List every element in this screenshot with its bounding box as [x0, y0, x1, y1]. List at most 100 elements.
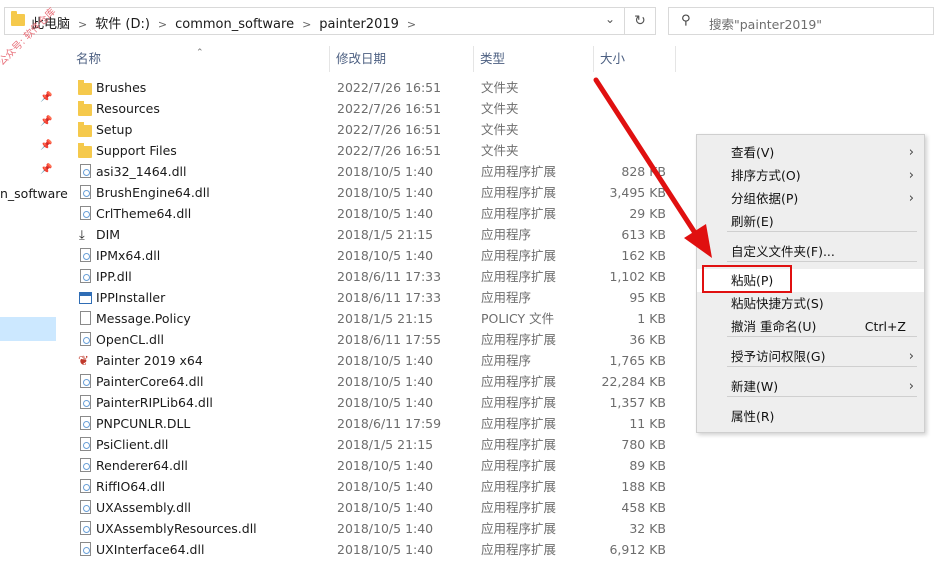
context-menu-item[interactable]: 新建(W) › [697, 375, 924, 398]
file-row[interactable]: Support Files 2022/7/26 16:51 文件夹 [70, 140, 680, 161]
breadcrumb-item-common-software[interactable]: common_software [175, 17, 294, 32]
file-type: 应用程序扩展 [481, 332, 557, 347]
context-menu-item-label: 撤消 重命名(U) [731, 319, 817, 334]
nav-item-common-software[interactable]: n_software [0, 186, 68, 201]
breadcrumb-item-painter2019[interactable]: painter2019 [319, 17, 399, 32]
context-menu-separator [727, 396, 917, 397]
file-type: 应用程序扩展 [481, 542, 557, 557]
file-row[interactable]: asi32_1464.dll 2018/10/5 1:40 应用程序扩展 828 KB [70, 161, 680, 182]
refresh-button[interactable]: ↻ [624, 8, 655, 34]
search-box[interactable]: ⚲ 搜索"painter2019" [668, 7, 934, 35]
file-type: 应用程序扩展 [481, 479, 557, 494]
file-row[interactable]: UXInterface64.dll 2018/10/5 1:40 应用程序扩展 6,9… [70, 539, 680, 560]
folder-icon [78, 80, 92, 95]
context-menu-item[interactable]: 属性(R) [697, 405, 924, 428]
file-size: 188 KB [621, 479, 666, 494]
dll-icon [80, 185, 91, 199]
file-name: Renderer64.dll [96, 458, 188, 473]
file-type: 应用程序扩展 [481, 269, 557, 284]
file-type: 文件夹 [481, 101, 519, 116]
file-row[interactable]: UXAssembly.dll 2018/10/5 1:40 应用程序扩展 458 KB [70, 497, 680, 518]
file-type: 应用程序扩展 [481, 500, 557, 515]
file-row[interactable]: IPP.dll 2018/6/11 17:33 应用程序扩展 1,102 KB [70, 266, 680, 287]
column-header: 名称 ⌃ 修改日期 类型 大小 [70, 46, 680, 72]
file-date: 2018/10/5 1:40 [337, 185, 434, 200]
nav-item-selected[interactable] [0, 317, 56, 341]
pin-icon[interactable]: 📌 [40, 140, 52, 151]
context-menu-item[interactable]: 分组依据(P) › [697, 187, 924, 210]
file-row[interactable]: PainterRIPLib64.dll 2018/10/5 1:40 应用程序扩展 1… [70, 392, 680, 413]
file-row[interactable]: BrushEngine64.dll 2018/10/5 1:40 应用程序扩展 3,4… [70, 182, 680, 203]
paste-highlight-annotation [702, 265, 792, 293]
chevron-down-icon[interactable]: ⌄ [605, 12, 615, 26]
breadcrumb-item-this-pc[interactable]: 此电脑 [31, 17, 70, 32]
column-header-name[interactable]: 名称 ⌃ [70, 46, 330, 72]
file-date: 2018/10/5 1:40 [337, 458, 434, 473]
dll-icon [80, 374, 91, 388]
column-header-type[interactable]: 类型 [474, 46, 594, 72]
file-date: 2018/10/5 1:40 [337, 374, 434, 389]
file-date: 2018/10/5 1:40 [337, 353, 434, 368]
context-menu-item[interactable]: 查看(V) › [697, 141, 924, 164]
context-menu-item[interactable]: 撤消 重命名(U) Ctrl+Z [697, 315, 924, 338]
file-date: 2018/10/5 1:40 [337, 248, 434, 263]
context-menu-item-label: 授予访问权限(G) [731, 349, 826, 364]
pin-icon[interactable]: 📌 [40, 92, 52, 103]
search-placeholder: 搜索"painter2019" [709, 17, 823, 32]
file-name: PNPCUNLR.DLL [96, 416, 191, 431]
painter-app-icon: ❦ [78, 354, 89, 369]
column-name-label: 名称 [76, 51, 102, 66]
file-row[interactable]: OpenCL.dll 2018/6/11 17:55 应用程序扩展 36 KB [70, 329, 680, 350]
column-header-date[interactable]: 修改日期 [330, 46, 474, 72]
file-row[interactable]: Renderer64.dll 2018/10/5 1:40 应用程序扩展 89 KB [70, 455, 680, 476]
pin-icon[interactable]: 📌 [40, 164, 52, 175]
file-row[interactable]: IPMx64.dll 2018/10/5 1:40 应用程序扩展 162 KB [70, 245, 680, 266]
breadcrumb-item-drive[interactable]: 软件 (D:) [95, 17, 150, 32]
file-date: 2018/10/5 1:40 [337, 164, 434, 179]
folder-icon [78, 101, 92, 116]
context-menu-item[interactable]: 自定义文件夹(F)... [697, 240, 924, 263]
address-bar[interactable]: 此电脑 > 软件 (D:) > common_software > painter2019 >… [4, 7, 656, 35]
file-row[interactable]: CrlTheme64.dll 2018/10/5 1:40 应用程序扩展 29 KB [70, 203, 680, 224]
context-menu-item[interactable]: 刷新(E) [697, 210, 924, 233]
file-row[interactable]: Setup 2022/7/26 16:51 文件夹 [70, 119, 680, 140]
file-type: 应用程序扩展 [481, 164, 557, 179]
folder-icon [11, 11, 25, 26]
file-size: 95 KB [629, 290, 666, 305]
file-size: 22,284 KB [601, 374, 666, 389]
chevron-right-icon: › [908, 168, 914, 183]
file-date: 2022/7/26 16:51 [337, 143, 442, 158]
column-size-label: 大小 [600, 51, 626, 66]
file-type: 文件夹 [481, 143, 519, 158]
pin-icon[interactable]: 📌 [40, 116, 52, 127]
file-date: 2018/6/11 17:33 [337, 290, 442, 305]
file-date: 2022/7/26 16:51 [337, 80, 442, 95]
file-size: 36 KB [629, 332, 666, 347]
context-menu-item-label: 排序方式(O) [731, 168, 801, 183]
file-name: PainterRIPLib64.dll [96, 395, 213, 410]
file-row[interactable]: PsiClient.dll 2018/1/5 21:15 应用程序扩展 780 KB [70, 434, 680, 455]
file-row[interactable]: IPPInstaller 2018/6/11 17:33 应用程序 95 KB [70, 287, 680, 308]
file-row[interactable]: RiffIO64.dll 2018/10/5 1:40 应用程序扩展 188 KB [70, 476, 680, 497]
file-row[interactable]: UXAssemblyResources.dll 2018/10/5 1:40 应用程… [70, 518, 680, 539]
file-row[interactable]: PainterCore64.dll 2018/10/5 1:40 应用程序扩展 22,… [70, 371, 680, 392]
context-menu-item[interactable]: 排序方式(O) › [697, 164, 924, 187]
folder-icon [78, 122, 92, 137]
context-menu-item[interactable]: 授予访问权限(G) › [697, 345, 924, 368]
file-row[interactable]: Resources 2022/7/26 16:51 文件夹 [70, 98, 680, 119]
column-type-label: 类型 [480, 51, 506, 66]
context-menu-item[interactable]: 粘贴快捷方式(S) [697, 292, 924, 315]
file-type: 应用程序扩展 [481, 248, 557, 263]
file-row[interactable]: ⤓ DIM 2018/1/5 21:15 应用程序 613 KB [70, 224, 680, 245]
file-row[interactable]: ❦ Painter 2019 x64 2018/10/5 1:40 应用程序 1,765… [70, 350, 680, 371]
file-type: 应用程序 [481, 353, 532, 368]
file-row[interactable]: Message.Policy 2018/1/5 21:15 POLICY 文件 1 K… [70, 308, 680, 329]
chevron-right-icon: › [908, 145, 914, 160]
file-row[interactable]: Brushes 2022/7/26 16:51 文件夹 [70, 77, 680, 98]
column-header-size[interactable]: 大小 [594, 46, 676, 72]
chevron-right-icon: > [302, 18, 312, 31]
file-type: 应用程序扩展 [481, 185, 557, 200]
file-row[interactable]: PNPCUNLR.DLL 2018/6/11 17:59 应用程序扩展 11 KB [70, 413, 680, 434]
file-name: OpenCL.dll [96, 332, 164, 347]
file-date: 2018/1/5 21:15 [337, 227, 434, 242]
